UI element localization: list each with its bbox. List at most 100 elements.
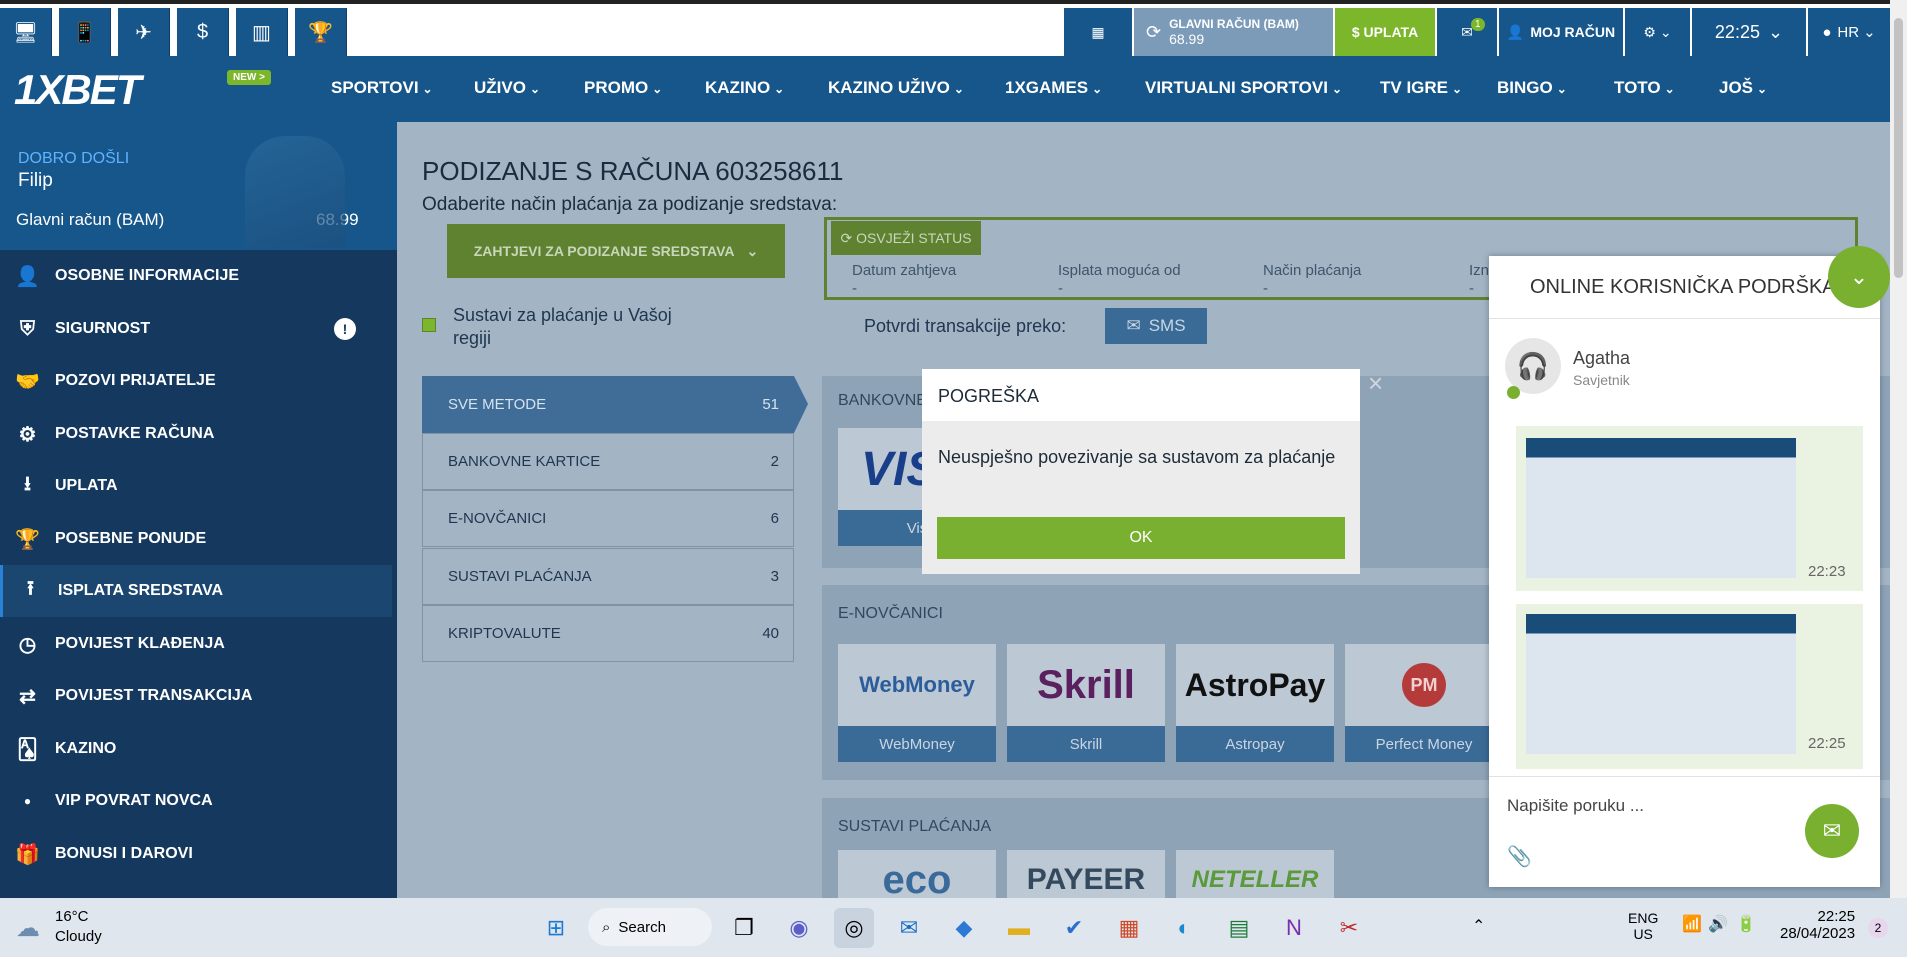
chat-message[interactable]: 22:25: [1516, 604, 1863, 769]
sidebar-item-special-offers[interactable]: 🏆 POSEBNE PONUDE: [0, 513, 392, 565]
file-explorer-icon[interactable]: ▬: [999, 908, 1039, 948]
sms-button[interactable]: ✉ SMS: [1105, 308, 1207, 344]
balance-box[interactable]: ⟳ GLAVNI RAČUN (BAM) 68.99: [1134, 8, 1333, 56]
payeer-card[interactable]: PAYEER: [1007, 850, 1165, 898]
method-crypto[interactable]: KRIPTOVALUTE 40: [422, 605, 794, 662]
logo[interactable]: 1XBET: [14, 66, 141, 114]
snipping-tool-icon[interactable]: ✂: [1329, 908, 1369, 948]
sidebar-item-bet-history[interactable]: ◷ POVIJEST KLAĐENJA: [0, 618, 392, 670]
volume-icon[interactable]: 🔊: [1708, 914, 1728, 934]
screenshot-thumbnail[interactable]: [1526, 438, 1796, 578]
desktop-icon[interactable]: 🖥: [0, 8, 52, 56]
nav-toto[interactable]: TOTO ⌄: [1614, 78, 1675, 98]
withdrawal-requests-button[interactable]: ZAHTJEVI ZA PODIZANJE SREDSTAVA ⌄: [447, 224, 785, 278]
sidebar-item-label: SIGURNOST: [55, 320, 151, 337]
chrome-icon[interactable]: ◎: [834, 908, 874, 948]
sidebar-item-casino[interactable]: 🂡 KAZINO: [0, 723, 392, 775]
sidebar-item-deposit[interactable]: ⭳ UPLATA: [0, 460, 392, 512]
screenshot-thumbnail[interactable]: [1526, 614, 1796, 754]
copilot-icon[interactable]: ◆: [944, 908, 984, 948]
trophy-icon[interactable]: 🏆: [295, 8, 347, 56]
search-box[interactable]: ⌕ Search: [588, 908, 712, 946]
method-label: KRIPTOVALUTE: [448, 625, 561, 642]
edge-icon[interactable]: ◐: [1164, 908, 1204, 948]
send-button[interactable]: ✉: [1805, 804, 1859, 858]
nav-kazino-uzivo[interactable]: KAZINO UŽIVO ⌄: [828, 78, 964, 98]
webmoney-card[interactable]: WebMoney WebMoney: [838, 644, 996, 762]
astropay-card[interactable]: AstroPay Astropay: [1176, 644, 1334, 762]
qr-code-icon[interactable]: ▦: [1064, 8, 1132, 56]
clock-dropdown[interactable]: 22:25 ⌄: [1692, 8, 1806, 56]
refresh-status-button[interactable]: ⟳ OSVJEŽI STATUS: [831, 221, 981, 255]
sidebar-item-account-settings[interactable]: ⚙ POSTAVKE RAČUNA: [0, 408, 392, 460]
start-icon[interactable]: ⊞: [536, 908, 576, 948]
language-dropdown[interactable]: ● HR ⌄: [1808, 8, 1890, 56]
neteller-card[interactable]: NETELLER: [1176, 850, 1334, 898]
close-icon[interactable]: ×: [1368, 368, 1383, 399]
my-account-button[interactable]: 👤 MOJ RAČUN: [1499, 8, 1623, 56]
nav-1xgames[interactable]: 1XGAMES ⌄: [1005, 78, 1102, 98]
skrill-card[interactable]: Skrill Skrill: [1007, 644, 1165, 762]
sidebar-item-bonuses[interactable]: 🎁 BONUSI I DAROVI: [0, 828, 392, 880]
lang-indicator[interactable]: ENG US: [1628, 910, 1658, 942]
ewallet-section-title: E-NOVČANICI: [838, 605, 943, 622]
nav-sportovi[interactable]: SPORTOVI ⌄: [331, 78, 433, 98]
wifi-icon[interactable]: 📶: [1682, 914, 1702, 934]
page-scrollbar[interactable]: [1890, 0, 1907, 898]
nav-jos[interactable]: JOŠ ⌄: [1719, 78, 1767, 98]
store-icon[interactable]: ▦: [1109, 908, 1149, 948]
region-checkbox[interactable]: [420, 316, 438, 334]
new-badge: NEW >: [227, 70, 271, 85]
weather-icon[interactable]: ☁: [16, 914, 40, 943]
method-ewallets[interactable]: E-NOVČANICI 6: [422, 490, 794, 547]
nav-tv-igre[interactable]: TV IGRE ⌄: [1380, 78, 1462, 98]
method-all[interactable]: SVE METODE 51: [422, 376, 794, 433]
sidebar-item-label: POVIJEST TRANSAKCIJA: [55, 687, 253, 704]
chat-header-divider: [1489, 318, 1880, 319]
handshake-icon: 🤝: [15, 370, 40, 393]
sidebar-item-vip-cashback[interactable]: ● VIP POVRAT NOVCA: [0, 775, 392, 827]
chat-minimize-button[interactable]: ⌄: [1828, 246, 1890, 308]
task-view-icon[interactable]: ❐: [724, 908, 764, 948]
todo-icon[interactable]: ✔: [1054, 908, 1094, 948]
messages-button[interactable]: ✉ 1: [1437, 8, 1497, 56]
account-label: Glavni račun (BAM): [16, 210, 165, 229]
teams-icon[interactable]: ◉: [779, 908, 819, 948]
nav-promo[interactable]: PROMO ⌄: [584, 78, 662, 98]
perfect-money-card[interactable]: PM Perfect Money: [1345, 644, 1503, 762]
sidebar-item-transaction-history[interactable]: ⇄ POVIJEST TRANSAKCIJA: [0, 670, 392, 722]
sidebar-item-personal-info[interactable]: 👤 OSOBNE INFORMACIJE: [0, 250, 392, 302]
nav-uzivo[interactable]: UŽIVO ⌄: [474, 78, 540, 98]
onenote-icon[interactable]: N: [1274, 908, 1314, 948]
sidebar-item-withdrawal[interactable]: ⭱ ISPLATA SREDSTAVA: [0, 565, 392, 617]
chat-input-divider: [1489, 776, 1880, 777]
sidebar-item-security[interactable]: ⛨ SIGURNOST!: [0, 303, 392, 355]
tray-chevron-icon[interactable]: ⌃: [1472, 916, 1485, 936]
confirm-label: Potvrdi transakcije preko:: [864, 316, 1067, 336]
battery-icon[interactable]: 🔋: [1736, 914, 1756, 934]
sidebar-item-label: OSOBNE INFORMACIJE: [55, 267, 240, 284]
nav-virtualni-sportovi[interactable]: VIRTUALNI SPORTOVI ⌄: [1145, 78, 1342, 98]
eco-card[interactable]: eco: [838, 850, 996, 898]
mail-app-icon[interactable]: ✉: [889, 908, 929, 948]
mobile-icon[interactable]: 📱: [59, 8, 111, 56]
nav-bingo[interactable]: BINGO ⌄: [1497, 78, 1567, 98]
telegram-icon[interactable]: ✈: [118, 8, 170, 56]
deposit-button[interactable]: $ UPLATA: [1335, 8, 1435, 56]
taskbar-clock[interactable]: 22:25 28/04/2023: [1780, 908, 1855, 942]
chat-title: ONLINE KORISNIČKA PODRŠKA: [1530, 276, 1836, 298]
notification-badge[interactable]: 2: [1868, 918, 1888, 938]
ok-button[interactable]: OK: [937, 517, 1345, 559]
settings-button[interactable]: ⚙ ⌄: [1625, 8, 1690, 56]
scrollbar-thumb[interactable]: [1894, 18, 1903, 278]
attach-icon[interactable]: 📎: [1507, 844, 1532, 869]
sidebar-item-invite-friends[interactable]: 🤝 POZOVI PRIJATELJE: [0, 355, 392, 407]
chat-input[interactable]: Napišite poruku ...: [1507, 796, 1644, 816]
method-bank-cards[interactable]: BANKOVNE KARTICE 2: [422, 433, 794, 490]
method-payment-systems[interactable]: SUSTAVI PLAĆANJA 3: [422, 548, 794, 605]
excel-icon[interactable]: ▤: [1219, 908, 1259, 948]
chat-message[interactable]: 22:23: [1516, 426, 1863, 591]
dollar-icon[interactable]: $: [177, 8, 229, 56]
nav-kazino[interactable]: KAZINO ⌄: [705, 78, 784, 98]
stats-icon[interactable]: ▥: [236, 8, 288, 56]
